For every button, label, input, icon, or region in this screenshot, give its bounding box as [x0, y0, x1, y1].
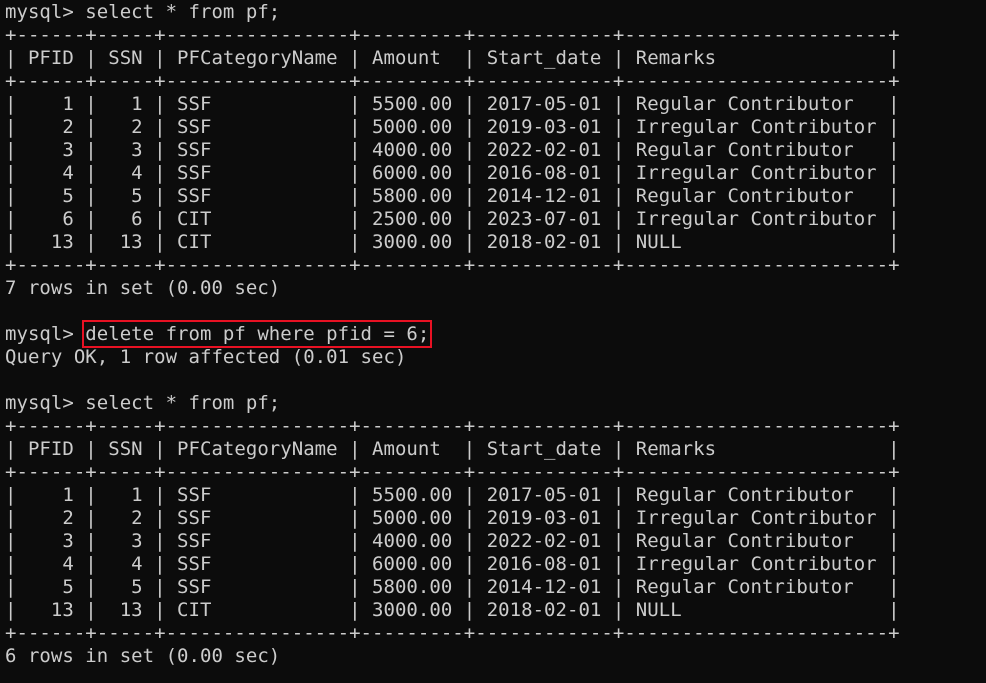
table-border: +------+-----+----------------+---------…	[5, 622, 900, 644]
table-row: | 13 | 13 | CIT | 3000.00 | 2018-02-01 |…	[5, 599, 900, 621]
table-row: | 2 | 2 | SSF | 5000.00 | 2019-03-01 | I…	[5, 116, 900, 138]
mysql-prompt: mysql>	[5, 1, 86, 23]
table-border: +------+-----+----------------+---------…	[5, 415, 900, 437]
table-row: | 13 | 13 | CIT | 3000.00 | 2018-02-01 |…	[5, 231, 900, 253]
table-row: | 3 | 3 | SSF | 4000.00 | 2022-02-01 | R…	[5, 530, 900, 552]
prompt-line: mysql> delete from pf where pfid = 6;	[5, 320, 983, 348]
mysql-prompt: mysql>	[5, 323, 86, 345]
table-row: | 5 | 5 | SSF | 5800.00 | 2014-12-01 | R…	[5, 185, 900, 207]
command-text: select * from pf;	[85, 392, 281, 414]
table-header: | PFID | SSN | PFCategoryName | Amount |…	[5, 438, 900, 460]
table-row: | 6 | 6 | CIT | 2500.00 | 2023-07-01 | I…	[5, 208, 900, 230]
table-border: +------+-----+----------------+---------…	[5, 24, 900, 46]
prompt-line: mysql> select * from pf;	[5, 392, 983, 415]
prompt-line: mysql> select * from pf;	[5, 1, 983, 24]
terminal-window[interactable]: mysql> select * from pf; +------+-----+-…	[5, 1, 983, 681]
table-header: | PFID | SSN | PFCategoryName | Amount |…	[5, 47, 900, 69]
result-summary: 7 rows in set (0.00 sec)	[5, 277, 281, 299]
table-row: | 4 | 4 | SSF | 6000.00 | 2016-08-01 | I…	[5, 162, 900, 184]
table-row: | 2 | 2 | SSF | 5000.00 | 2019-03-01 | I…	[5, 507, 900, 529]
table-row: | 1 | 1 | SSF | 5500.00 | 2017-05-01 | R…	[5, 93, 900, 115]
table-row: | 3 | 3 | SSF | 4000.00 | 2022-02-01 | R…	[5, 139, 900, 161]
table-border: +------+-----+----------------+---------…	[5, 254, 900, 276]
table-border: +------+-----+----------------+---------…	[5, 461, 900, 483]
table-row: | 4 | 4 | SSF | 6000.00 | 2016-08-01 | I…	[5, 553, 900, 575]
highlighted-command: delete from pf where pfid = 6;	[82, 320, 433, 348]
query-result: Query OK, 1 row affected (0.01 sec)	[5, 346, 407, 368]
result-summary: 6 rows in set (0.00 sec)	[5, 645, 281, 667]
table-row: | 1 | 1 | SSF | 5500.00 | 2017-05-01 | R…	[5, 484, 900, 506]
table-row: | 5 | 5 | SSF | 5800.00 | 2014-12-01 | R…	[5, 576, 900, 598]
table-border: +------+-----+----------------+---------…	[5, 70, 900, 92]
command-text: select * from pf;	[85, 1, 281, 23]
mysql-prompt: mysql>	[5, 392, 86, 414]
